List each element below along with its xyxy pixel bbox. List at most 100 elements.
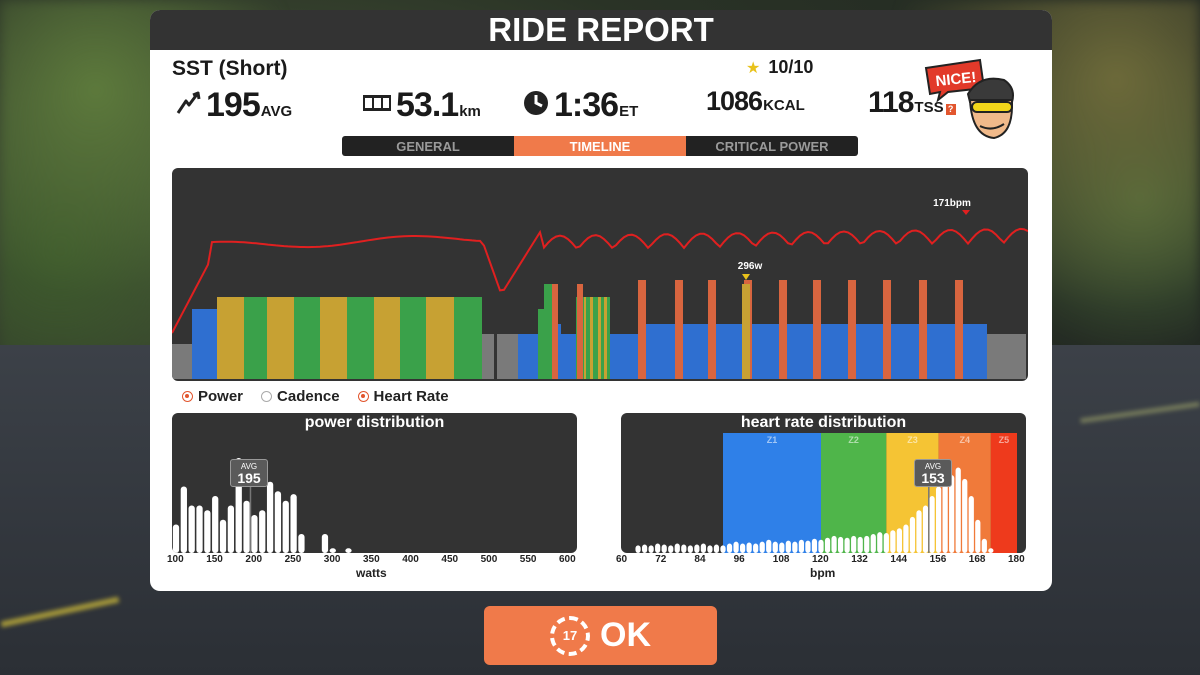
axis-tick-label: 120	[812, 554, 829, 565]
power-segment	[192, 309, 217, 379]
power-interval-bar	[813, 280, 821, 379]
power-segment	[374, 297, 400, 379]
distribution-bar	[837, 536, 844, 553]
distribution-bar	[962, 478, 968, 553]
distribution-bar	[681, 544, 687, 553]
power-segment	[454, 297, 482, 379]
distribution-bar	[746, 542, 752, 553]
axis-tick-label: 72	[655, 554, 667, 565]
distribution-bar	[243, 500, 250, 553]
distribution-bar	[635, 545, 641, 553]
distribution-bar	[298, 534, 305, 553]
legend-power[interactable]: Power	[182, 388, 243, 405]
distribution-bar	[188, 505, 195, 553]
tab-critical-power[interactable]: CRITICAL POWER	[686, 136, 858, 156]
axis-tick-label: 250	[284, 554, 302, 565]
axis-tick-label: 600	[559, 554, 576, 565]
power-interval-bar	[779, 280, 787, 379]
power-interval-bar	[883, 280, 891, 379]
axis-tick-label: 180	[1008, 554, 1025, 565]
distribution-bar	[700, 543, 707, 553]
distribution-bar	[321, 534, 329, 553]
power-segment	[987, 334, 1026, 379]
power-peak-bar	[742, 284, 750, 379]
power-segment-stripe	[590, 297, 593, 379]
power-segment	[267, 297, 294, 379]
distribution-bar	[844, 537, 850, 553]
axis-tick-label: 144	[890, 554, 908, 565]
calories-unit: KCAL	[763, 97, 805, 114]
tab-timeline[interactable]: TIMELINE	[514, 136, 686, 156]
tab-general[interactable]: GENERAL	[342, 136, 514, 156]
power-segment	[482, 334, 494, 379]
stat-elapsed-time: 1:36 ET	[522, 86, 638, 125]
legend-heart-rate[interactable]: Heart Rate	[357, 388, 449, 405]
power-interval-bar	[708, 280, 716, 379]
distribution-bar	[890, 530, 896, 553]
timeline-chart: 171bpm 296w	[172, 168, 1028, 381]
power-segment	[400, 297, 426, 379]
distribution-bar	[726, 543, 733, 553]
distribution-bar	[805, 540, 811, 553]
hr-axis-label: bpm	[810, 566, 836, 580]
distribution-bar	[851, 535, 857, 553]
hr-distribution-svg: Z1 Z2 Z3 Z4 Z5	[635, 433, 1017, 553]
countdown-icon: 17	[550, 615, 590, 656]
distribution-bar	[896, 528, 903, 553]
clock-icon	[522, 89, 550, 122]
calories-value: 1086	[706, 86, 763, 116]
distribution-bar	[988, 548, 994, 553]
ok-button[interactable]: 17 OK	[484, 606, 717, 665]
cadence-toggle-icon[interactable]	[261, 391, 273, 402]
workout-name: SST (Short)	[172, 57, 288, 80]
legend-heart-rate-label: Heart Rate	[373, 388, 449, 405]
distribution-bar	[274, 491, 282, 553]
axis-tick-label: 168	[968, 554, 986, 565]
distribution-bar	[739, 543, 746, 553]
distribution-bar	[785, 540, 791, 553]
power-segment	[538, 309, 544, 379]
power-segment	[172, 344, 192, 379]
distribution-bar	[674, 543, 680, 553]
power-interval-bar	[848, 280, 856, 379]
distribution-bar	[290, 494, 297, 553]
timeline-svg: 171bpm 296w	[172, 198, 1028, 379]
power-toggle-icon[interactable]	[182, 391, 193, 402]
distribution-bar	[720, 545, 726, 553]
hr-zone-label: Z3	[907, 435, 918, 445]
distribution-bar	[655, 543, 661, 553]
avg-power-unit: AVG	[260, 103, 293, 120]
mascot-avatar: NICE!	[920, 54, 1030, 144]
axis-tick-label: 500	[480, 554, 498, 565]
distribution-bar	[172, 524, 180, 553]
heart-rate-toggle-icon[interactable]	[357, 391, 369, 402]
hr-zone-label: Z1	[767, 435, 778, 445]
distribution-bar	[870, 534, 876, 553]
axis-tick-label: 450	[441, 554, 459, 565]
distribution-bar	[981, 538, 987, 553]
legend-cadence-label: Cadence	[277, 388, 340, 405]
power-segment	[217, 297, 244, 379]
distribution-bar	[694, 544, 700, 553]
ok-button-label: OK	[600, 616, 651, 654]
hr-zone-band	[821, 433, 887, 553]
timeline-legend: Power Cadence Heart Rate	[182, 388, 449, 405]
distribution-bar	[266, 481, 274, 553]
power-segment	[294, 297, 320, 379]
power-axis-label: watts	[356, 566, 387, 580]
power-segment	[320, 297, 347, 379]
axis-tick-label: 350	[363, 554, 380, 565]
axis-tick-label: 550	[519, 554, 537, 565]
distribution-bar	[942, 481, 948, 553]
power-distribution-title: power distribution	[304, 414, 445, 431]
distribution-bar	[766, 539, 772, 553]
distribution-bar	[883, 533, 889, 553]
legend-cadence[interactable]: Cadence	[261, 388, 340, 405]
power-interval-bar	[638, 280, 646, 379]
axis-tick-label: 150	[206, 554, 223, 565]
hr-avg-badge: AVG 153	[914, 459, 952, 487]
distribution-bar	[641, 544, 648, 553]
power-interval-bar	[552, 284, 558, 379]
power-interval-bar	[675, 280, 683, 379]
distribution-bar	[687, 545, 693, 553]
